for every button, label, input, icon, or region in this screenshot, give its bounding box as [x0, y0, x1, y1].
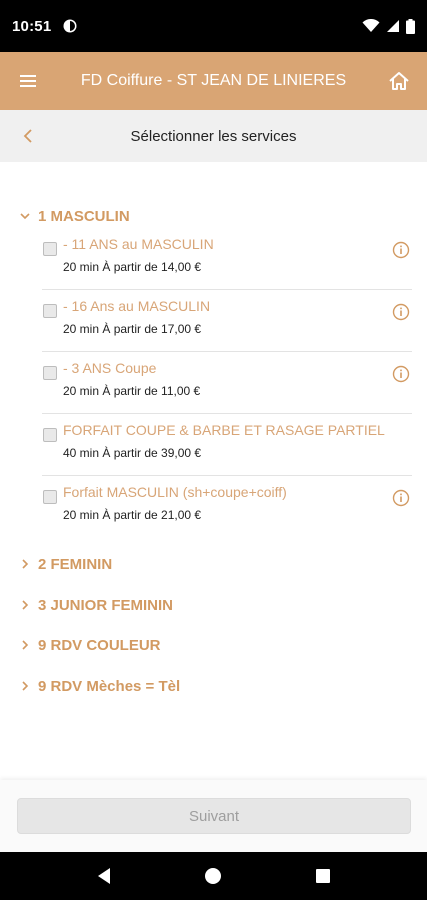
chevron-right-icon — [22, 559, 29, 569]
service-item[interactable]: - 3 ANS Coupe 20 min À partir de 11,00 € — [42, 354, 412, 414]
service-checkbox[interactable] — [43, 490, 57, 504]
service-item[interactable]: - 16 Ans au MASCULIN 20 min À partir de … — [42, 292, 412, 352]
info-icon[interactable] — [392, 489, 410, 507]
service-details: 20 min À partir de 11,00 € — [63, 384, 201, 398]
service-details: 40 min À partir de 39,00 € — [63, 446, 202, 460]
service-details: 20 min À partir de 17,00 € — [63, 322, 202, 336]
wifi-icon — [362, 19, 380, 32]
battery-icon — [406, 18, 415, 34]
app-notification-icon — [63, 19, 77, 33]
service-details: 20 min À partir de 21,00 € — [63, 508, 202, 522]
category-rdv-meches[interactable]: 9 RDV Mèches = Tèl — [18, 674, 180, 698]
status-time: 10:51 — [12, 17, 52, 35]
system-nav-bar — [0, 852, 427, 900]
service-checkbox[interactable] — [43, 304, 57, 318]
category-label: 3 JUNIOR FEMININ — [38, 596, 174, 614]
recents-square-icon[interactable] — [315, 868, 331, 884]
back-button[interactable] — [0, 110, 56, 162]
category-feminin[interactable]: 2 FEMININ — [18, 552, 112, 576]
back-triangle-icon[interactable] — [96, 867, 112, 885]
service-name: FORFAIT COUPE & BARBE ET RASAGE PARTIEL — [63, 422, 385, 438]
app-title: FD Coiffure - ST JEAN DE LINIERES — [80, 72, 347, 89]
chevron-right-icon — [22, 640, 29, 650]
info-icon[interactable] — [392, 303, 410, 321]
status-icons — [362, 18, 415, 34]
chevron-down-icon — [20, 213, 30, 220]
chevron-right-icon — [22, 600, 29, 610]
home-circle-icon[interactable] — [204, 867, 222, 885]
hamburger-icon — [20, 75, 36, 87]
service-checkbox[interactable] — [43, 242, 57, 256]
info-icon[interactable] — [392, 241, 410, 259]
signal-icon — [387, 20, 399, 32]
service-name: - 11 ANS au MASCULIN — [63, 236, 214, 252]
footer: Suivant — [0, 780, 427, 852]
chevron-right-icon — [22, 681, 29, 691]
status-bar: 10:51 — [0, 0, 427, 52]
service-name: Forfait MASCULIN (sh+coupe+coiff) — [63, 484, 287, 500]
category-label: 9 RDV Mèches = Tèl — [38, 677, 181, 695]
category-label: 2 FEMININ — [38, 555, 113, 573]
category-label: 9 RDV COULEUR — [38, 636, 161, 654]
next-button[interactable]: Suivant — [17, 798, 411, 834]
sub-header: Sélectionner les services — [0, 110, 427, 162]
info-icon[interactable] — [392, 365, 410, 383]
menu-button[interactable] — [0, 52, 56, 110]
service-item[interactable]: Forfait MASCULIN (sh+coupe+coiff) 20 min… — [42, 478, 412, 538]
home-button[interactable] — [371, 52, 427, 110]
page-title: Sélectionner les services — [130, 127, 297, 145]
service-item[interactable]: - 11 ANS au MASCULIN 20 min À partir de … — [42, 230, 412, 290]
category-junior-feminin[interactable]: 3 JUNIOR FEMININ — [18, 593, 173, 617]
service-name: - 16 Ans au MASCULIN — [63, 298, 211, 314]
service-checkbox[interactable] — [43, 428, 57, 442]
category-rdv-couleur[interactable]: 9 RDV COULEUR — [18, 633, 161, 657]
category-masculin[interactable]: 1 MASCULIN — [18, 204, 130, 228]
app-bar: FD Coiffure - ST JEAN DE LINIERES — [0, 52, 427, 110]
service-checkbox[interactable] — [43, 366, 57, 380]
service-name: - 3 ANS Coupe — [63, 360, 157, 376]
service-details: 20 min À partir de 14,00 € — [63, 260, 202, 274]
home-icon — [389, 72, 409, 90]
service-item[interactable]: FORFAIT COUPE & BARBE ET RASAGE PARTIEL … — [42, 416, 412, 476]
chevron-left-icon — [23, 129, 32, 143]
category-label: 1 MASCULIN — [38, 207, 130, 225]
